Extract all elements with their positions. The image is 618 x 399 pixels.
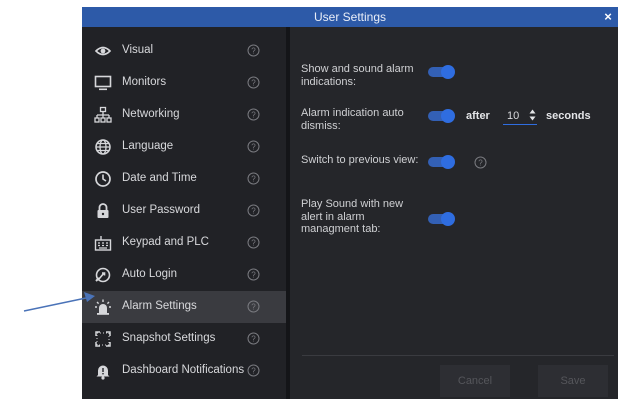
window-title: User Settings bbox=[313, 10, 387, 24]
sidebar-item-label: Networking bbox=[122, 108, 180, 120]
help-icon[interactable]: ? bbox=[247, 332, 260, 345]
network-icon bbox=[94, 106, 112, 124]
show-sound-label: Show and sound alarm indications: bbox=[301, 63, 414, 88]
play-sound-label: Play Sound with new alert in alarm manag… bbox=[301, 198, 404, 235]
help-icon[interactable]: ? bbox=[247, 268, 260, 281]
after-label: after bbox=[466, 110, 490, 122]
show-sound-toggle[interactable] bbox=[428, 65, 456, 79]
bell-icon bbox=[94, 362, 112, 380]
alarm-settings-panel: Show and sound alarm indications: Alarm … bbox=[290, 27, 618, 399]
sidebar-item-label: Alarm Settings bbox=[122, 300, 197, 312]
svg-text:?: ? bbox=[251, 367, 256, 376]
svg-text:?: ? bbox=[251, 335, 256, 344]
switch-previous-toggle[interactable] bbox=[428, 155, 456, 169]
sidebar-item-label: Dashboard Notifications bbox=[122, 364, 245, 376]
sidebar-item-label: Auto Login bbox=[122, 268, 177, 280]
help-icon[interactable]: ? bbox=[474, 156, 487, 169]
monitor-icon bbox=[94, 74, 112, 92]
help-icon[interactable]: ? bbox=[247, 172, 260, 185]
title-bar: User Settings × bbox=[82, 7, 618, 27]
sidebar-item-label: User Password bbox=[122, 204, 200, 216]
svg-text:?: ? bbox=[251, 79, 256, 88]
sidebar-item-label: Language bbox=[122, 140, 174, 152]
clock-icon bbox=[94, 170, 112, 188]
help-icon[interactable]: ? bbox=[247, 364, 260, 377]
sidebar-item-visual[interactable]: Visual ? bbox=[82, 35, 286, 67]
auto-dismiss-toggle[interactable] bbox=[428, 109, 456, 123]
help-icon[interactable]: ? bbox=[247, 140, 260, 153]
help-icon[interactable]: ? bbox=[247, 108, 260, 121]
sidebar-item-monitors[interactable]: Monitors ? bbox=[82, 67, 286, 99]
sidebar-item-label: Date and Time bbox=[122, 172, 197, 184]
svg-text:?: ? bbox=[251, 303, 256, 312]
help-icon[interactable]: ? bbox=[247, 236, 260, 249]
globe-icon bbox=[94, 138, 112, 156]
settings-sidebar: Visual ? Monitors ? Networking ? Languag… bbox=[82, 27, 286, 399]
sidebar-item-user-password[interactable]: User Password ? bbox=[82, 195, 286, 227]
sidebar-item-networking[interactable]: Networking ? bbox=[82, 99, 286, 131]
sidebar-item-label: Snapshot Settings bbox=[122, 332, 216, 344]
svg-text:?: ? bbox=[251, 143, 256, 152]
toggle-knob bbox=[441, 109, 455, 123]
switch-previous-label: Switch to previous view: bbox=[301, 154, 419, 166]
user-settings-dialog: User Settings × Visual ? Monitors ? Netw… bbox=[82, 7, 618, 399]
toggle-knob bbox=[441, 212, 455, 226]
sidebar-item-language[interactable]: Language ? bbox=[82, 131, 286, 163]
svg-text:?: ? bbox=[251, 271, 256, 280]
play-sound-toggle[interactable] bbox=[428, 212, 456, 226]
dismiss-seconds-input[interactable]: 10 bbox=[503, 107, 537, 125]
sidebar-item-alarm-settings[interactable]: Alarm Settings ? bbox=[82, 291, 286, 323]
toggle-knob bbox=[441, 155, 455, 169]
sidebar-item-auto-login[interactable]: Auto Login ? bbox=[82, 259, 286, 291]
snapshot-icon bbox=[94, 330, 112, 348]
svg-text:?: ? bbox=[251, 175, 256, 184]
help-icon[interactable]: ? bbox=[247, 300, 260, 313]
stepper-arrows-icon[interactable] bbox=[529, 108, 536, 122]
svg-text:?: ? bbox=[251, 111, 256, 120]
sidebar-item-label: Keypad and PLC bbox=[122, 236, 209, 248]
help-icon[interactable]: ? bbox=[247, 204, 260, 217]
auto-dismiss-label: Alarm indication auto dismiss: bbox=[301, 107, 404, 132]
seconds-unit-label: seconds bbox=[546, 110, 591, 122]
keypad-icon bbox=[94, 234, 112, 252]
dismiss-seconds-value: 10 bbox=[507, 110, 520, 122]
cancel-button[interactable]: Cancel bbox=[440, 365, 510, 397]
sidebar-item-dashboard-notifications[interactable]: Dashboard Notifications ? bbox=[82, 355, 286, 387]
alarm-light-icon bbox=[94, 298, 112, 316]
toggle-knob bbox=[441, 65, 455, 79]
sidebar-item-keypad-and-plc[interactable]: Keypad and PLC ? bbox=[82, 227, 286, 259]
svg-text:?: ? bbox=[251, 207, 256, 216]
help-icon[interactable]: ? bbox=[247, 76, 260, 89]
svg-text:?: ? bbox=[251, 239, 256, 248]
eye-icon bbox=[94, 42, 112, 60]
close-button[interactable]: × bbox=[600, 8, 616, 26]
svg-text:?: ? bbox=[478, 159, 483, 168]
help-icon[interactable]: ? bbox=[247, 44, 260, 57]
sidebar-item-snapshot-settings[interactable]: Snapshot Settings ? bbox=[82, 323, 286, 355]
sidebar-item-label: Monitors bbox=[122, 76, 167, 88]
save-button[interactable]: Save bbox=[538, 365, 608, 397]
auto-login-icon bbox=[94, 266, 112, 284]
svg-text:?: ? bbox=[251, 47, 256, 56]
footer-divider bbox=[302, 355, 614, 356]
sidebar-item-date-and-time[interactable]: Date and Time ? bbox=[82, 163, 286, 195]
lock-icon bbox=[94, 202, 112, 220]
sidebar-item-label: Visual bbox=[122, 44, 154, 56]
